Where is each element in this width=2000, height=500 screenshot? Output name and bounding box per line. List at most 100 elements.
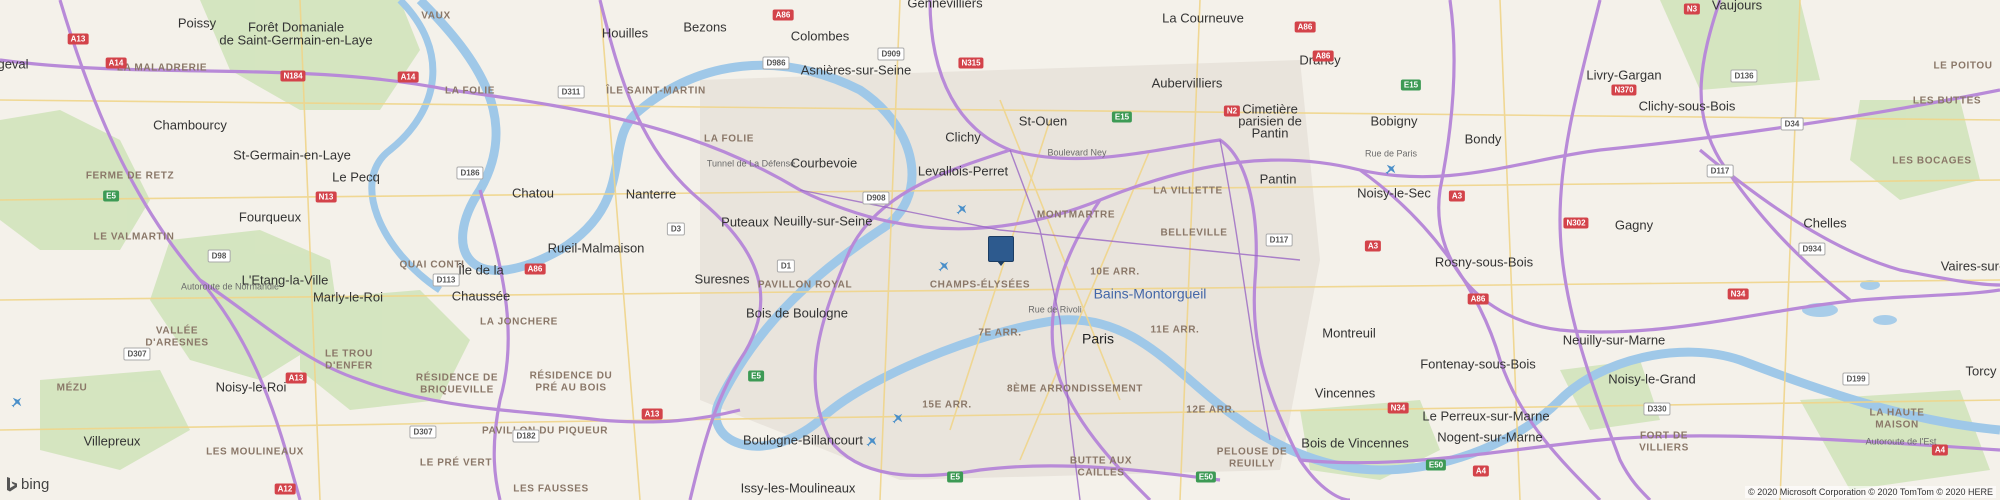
map-label: LE PRÉ VERT xyxy=(419,457,493,469)
map-label: Bois de Boulogne xyxy=(746,305,848,321)
road-shield: A3 xyxy=(1364,240,1382,252)
map-label: Gagny xyxy=(1614,217,1654,233)
map-label: LA MALADRERIE xyxy=(116,62,208,74)
map-label: PAVILLON ROYAL xyxy=(757,279,853,291)
map-label: Rue de Paris xyxy=(1364,148,1418,159)
map-label: Colombes xyxy=(790,28,850,44)
road-shield: E50 xyxy=(1195,471,1217,483)
map-label: LES BUTTES xyxy=(1912,95,1982,107)
airport-icon xyxy=(892,413,903,424)
road-shield: E5 xyxy=(947,471,963,483)
map-label: Montreuil xyxy=(1322,325,1376,341)
road-shield: D330 xyxy=(1643,402,1671,416)
map-label: Île de la xyxy=(458,262,504,278)
airport-icon xyxy=(11,397,22,408)
map-label: Marly-le-Roi xyxy=(312,289,384,305)
map-label: LA JONCHERE xyxy=(480,316,558,328)
map-label: BRIQUEVILLE xyxy=(420,384,494,396)
road-shield: D117 xyxy=(1265,233,1293,247)
road-shield: D307 xyxy=(409,425,437,439)
map-label: PRÉ AU BOIS xyxy=(535,382,607,394)
road-shield: N184 xyxy=(280,70,306,82)
map-label: MÉZU xyxy=(56,382,88,394)
map-label: Noisy-le-Grand xyxy=(1608,371,1696,387)
road-shield: N13 xyxy=(315,191,337,203)
map-label: Noisy-le-Roi xyxy=(215,379,287,395)
road-shield: D117 xyxy=(1706,164,1734,178)
map-label: Chambourcy xyxy=(153,117,227,133)
road-shield: N34 xyxy=(1727,288,1749,300)
map-label: ÎLE SAINT-MARTIN xyxy=(606,85,706,97)
location-pin[interactable] xyxy=(988,236,1014,266)
map-label: Fourqueux xyxy=(238,209,302,225)
bing-logo[interactable]: bing xyxy=(6,476,49,493)
road-shield: D307 xyxy=(123,347,151,361)
map-label: Boulevard Ney xyxy=(1047,147,1107,158)
map-label: Autoroute de l'Est xyxy=(1865,436,1937,447)
road-shield: A13 xyxy=(285,372,307,384)
map-label: LE POITOU xyxy=(1933,60,1993,72)
map-label: VILLIERS xyxy=(1639,442,1689,454)
map-label: Suresnes xyxy=(694,271,750,287)
map-label: Villepreux xyxy=(83,433,141,449)
map-label: D'ARESNES xyxy=(145,337,209,349)
road-shield: N34 xyxy=(1387,402,1409,414)
map-label: MONTMARTRE xyxy=(1036,209,1116,221)
map-label: Rosny-sous-Bois xyxy=(1434,254,1534,270)
road-shield: A14 xyxy=(397,71,419,83)
map-label: Fontenay-sous-Bois xyxy=(1420,356,1536,372)
map-label: Neuilly-sur-Seine xyxy=(773,213,873,229)
airport-icon xyxy=(938,261,949,272)
road-shield: A86 xyxy=(524,263,546,275)
road-shield: E5 xyxy=(103,190,119,202)
road-shield: A4 xyxy=(1472,465,1490,477)
map-label: Gennevilliers xyxy=(907,0,983,11)
road-shield: N2 xyxy=(1223,105,1241,117)
road-shield: D986 xyxy=(762,56,790,70)
map-label: Courbevoie xyxy=(790,155,858,171)
road-shield: N3 xyxy=(1683,3,1701,15)
map-label: Autoroute de Normandie xyxy=(180,281,280,292)
road-shield: A86 xyxy=(1294,21,1316,33)
map-label: Rue de Rivoli xyxy=(1028,304,1082,315)
bing-wordmark: bing xyxy=(21,476,50,493)
road-shield: D3 xyxy=(666,222,686,236)
map-label: VAUX xyxy=(421,10,451,22)
map-label: FERME DE RETZ xyxy=(85,170,175,182)
map-label: Chatou xyxy=(512,185,554,201)
map-label: Nanterre xyxy=(625,186,677,202)
map-label: Bains-Montorgueil xyxy=(1093,285,1207,302)
map-label: Asnières-sur-Seine xyxy=(800,62,912,78)
map-label: Chelles xyxy=(1803,215,1847,231)
map-label: Livry-Gargan xyxy=(1586,67,1662,83)
road-shield: D311 xyxy=(557,85,585,99)
map-label: BELLEVILLE xyxy=(1160,227,1228,239)
map-label: St-Ouen xyxy=(1018,113,1068,129)
road-shield: E50 xyxy=(1425,459,1447,471)
road-shield: E15 xyxy=(1400,79,1422,91)
map-label: D'ENFER xyxy=(325,360,373,372)
road-shield: E5 xyxy=(748,370,764,382)
map-label: Bezons xyxy=(683,19,727,35)
map-label: Issy-les-Moulineaux xyxy=(740,480,856,496)
map-label: Le Pecq xyxy=(332,169,380,185)
map-label: Chaussée xyxy=(451,288,511,304)
map-view[interactable]: Poissy Forêt Domaniale de Saint-Germain-en… xyxy=(0,0,2000,500)
road-shield: A13 xyxy=(67,33,89,45)
road-shield: D186 xyxy=(456,166,484,180)
map-copyright: © 2020 Microsoft Corporation © 2020 TomT… xyxy=(1745,486,1996,498)
road-shield: A14 xyxy=(105,57,127,69)
map-label: LA VILLETTE xyxy=(1153,185,1223,197)
road-shield: D199 xyxy=(1842,372,1870,386)
map-label: CAILLES xyxy=(1077,467,1125,479)
map-label: La Courneuve xyxy=(1162,10,1244,26)
map-label: Paris xyxy=(1082,330,1114,347)
airport-icon xyxy=(1385,164,1396,175)
road-shield: D182 xyxy=(512,429,540,443)
map-label: MAISON xyxy=(1875,419,1919,431)
map-label: Rueil-Malmaison xyxy=(547,240,645,256)
road-shield: A4 xyxy=(1931,444,1949,456)
map-label: 15E ARR. xyxy=(922,399,972,411)
road-shield: D934 xyxy=(1798,242,1826,256)
map-label: Tunnel de La Défense xyxy=(706,158,796,169)
